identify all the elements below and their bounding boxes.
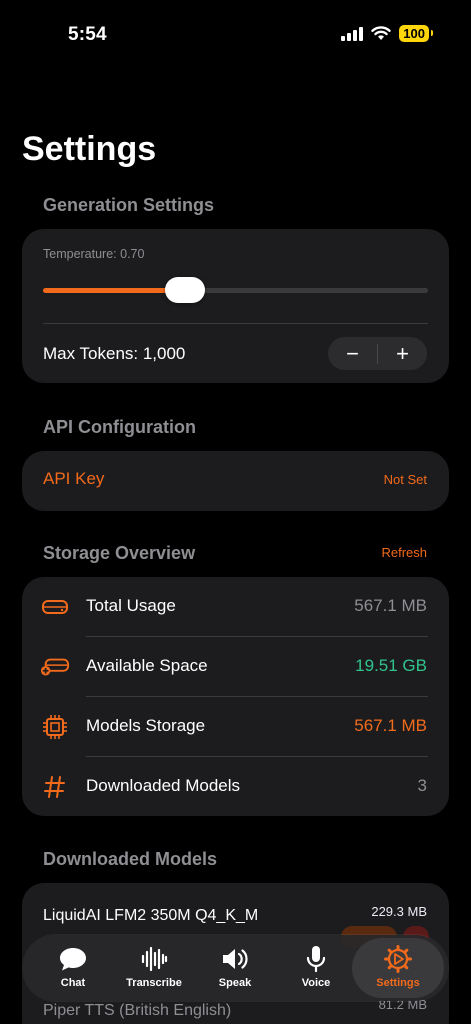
api-key-row[interactable]: API Key Not Set [22,451,449,511]
status-icons: 100 [341,25,433,42]
chip-icon [40,713,70,741]
chat-bubble-icon [60,948,86,971]
page-title: Settings [22,130,157,168]
cellular-signal-icon [341,26,364,41]
storage-row-available-space: Available Space 19.51 GB [22,637,449,697]
tab-label: Voice [301,977,331,989]
max-tokens-label: Max Tokens: 1,000 [43,344,186,363]
waveform-icon [141,946,168,972]
decrement-button[interactable]: − [328,337,377,370]
tab-label: Transcribe [126,977,182,989]
storage-row-models-storage: Models Storage 567.1 MB [22,697,449,757]
tab-chat[interactable]: Chat [33,935,113,1001]
storage-row-label: Models Storage [86,716,206,735]
storage-overview-card: Total Usage 567.1 MB Available Space 19.… [22,577,449,816]
hash-icon [40,773,70,801]
speaker-icon [223,949,248,969]
microphone-icon [306,946,326,973]
tab-speak[interactable]: Speak [195,935,275,1001]
storage-row-value: 567.1 MB [354,716,427,735]
storage-row-label: Total Usage [86,596,176,615]
model-name: LiquidAI LFM2 350M Q4_K_M [43,907,259,924]
storage-row-label: Available Space [86,656,208,675]
downloaded-models-header: Downloaded Models [43,849,218,869]
storage-row-value: 19.51 GB [355,656,427,675]
wifi-icon [371,26,391,40]
status-bar: 5:54 100 [0,0,471,70]
model-name: Piper TTS (British English) [43,1002,232,1019]
gear-icon [384,945,412,973]
tab-label: Settings [376,977,420,989]
generation-settings-header: Generation Settings [43,195,215,215]
generation-settings-card: Temperature: 0.70 Max Tokens: 1,000 − + [22,229,449,383]
api-key-status: Not Set [383,472,427,487]
status-time: 5:54 [68,24,107,45]
temperature-slider-fill [43,288,186,293]
storage-row-total-usage: Total Usage 567.1 MB [22,577,449,637]
api-key-label: API Key [43,469,105,488]
storage-row-value: 567.1 MB [354,596,427,615]
tab-settings[interactable]: Settings [352,938,444,998]
temperature-slider-thumb[interactable] [165,277,206,303]
drive-add-icon [40,653,70,681]
temperature-label: Temperature: 0.70 [43,247,145,261]
tab-label: Chat [60,977,86,989]
tab-bar: Chat Transcribe Speak Voice Settings [23,935,448,1001]
tab-voice[interactable]: Voice [276,935,356,1001]
tab-transcribe[interactable]: Transcribe [114,935,194,1001]
storage-row-downloaded-models: Downloaded Models 3 [22,757,449,817]
storage-row-value: 3 [417,776,427,795]
battery-indicator: 100 [399,25,433,42]
storage-overview-header: Storage Overview [43,543,196,563]
api-configuration-header: API Configuration [43,417,196,437]
divider [43,323,428,324]
drive-icon [40,593,70,621]
model-size: 229.3 MB [371,904,427,919]
refresh-button[interactable]: Refresh [381,545,427,560]
temperature-slider[interactable] [43,277,428,303]
storage-row-label: Downloaded Models [86,776,241,795]
max-tokens-stepper: − + [328,337,427,370]
increment-button[interactable]: + [378,337,427,370]
tab-label: Speak [218,977,252,989]
